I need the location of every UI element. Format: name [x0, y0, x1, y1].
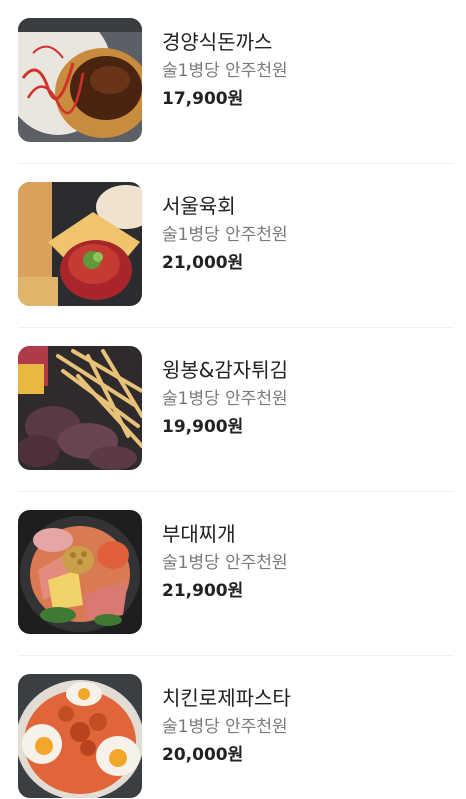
menu-item-price: 21,000원 — [162, 253, 244, 273]
menu-item-price: 21,900원 — [162, 581, 244, 601]
menu-item[interactable]: 부대찌개 술1병당 안주천원 21,900원 — [0, 492, 466, 656]
menu-list: 경양식돈까스 술1병당 안주천원 17,900원 서울육회 술1병당 안주천원 — [0, 0, 466, 799]
menu-item-name: 치킨로제파스타 — [162, 686, 291, 710]
wings-and-fries-photo — [18, 346, 142, 470]
menu-item-description: 술1병당 안주천원 — [162, 717, 288, 737]
menu-item-description: 술1병당 안주천원 — [162, 553, 288, 573]
menu-item-name: 부대찌개 — [162, 522, 236, 546]
menu-item-description: 술1병당 안주천원 — [162, 225, 288, 245]
rose-pasta-photo — [18, 674, 142, 798]
pork-cutlet-photo — [18, 18, 142, 142]
menu-item[interactable]: 서울육회 술1병당 안주천원 21,000원 — [0, 164, 466, 328]
menu-item[interactable]: 경양식돈까스 술1병당 안주천원 17,900원 — [0, 0, 466, 164]
menu-item-price: 19,900원 — [162, 417, 244, 437]
menu-item[interactable]: 치킨로제파스타 술1병당 안주천원 20,000원 — [0, 656, 466, 799]
menu-item-description: 술1병당 안주천원 — [162, 61, 288, 81]
menu-item-price: 17,900원 — [162, 89, 244, 109]
menu-item-name: 윙봉&감자튀김 — [162, 358, 288, 382]
menu-item[interactable]: 윙봉&감자튀김 술1병당 안주천원 19,900원 — [0, 328, 466, 492]
menu-item-price: 20,000원 — [162, 745, 244, 765]
army-stew-photo — [18, 510, 142, 634]
menu-item-description: 술1병당 안주천원 — [162, 389, 288, 409]
beef-tartare-photo — [18, 182, 142, 306]
menu-item-name: 서울육회 — [162, 194, 236, 218]
menu-item-name: 경양식돈까스 — [162, 30, 273, 54]
